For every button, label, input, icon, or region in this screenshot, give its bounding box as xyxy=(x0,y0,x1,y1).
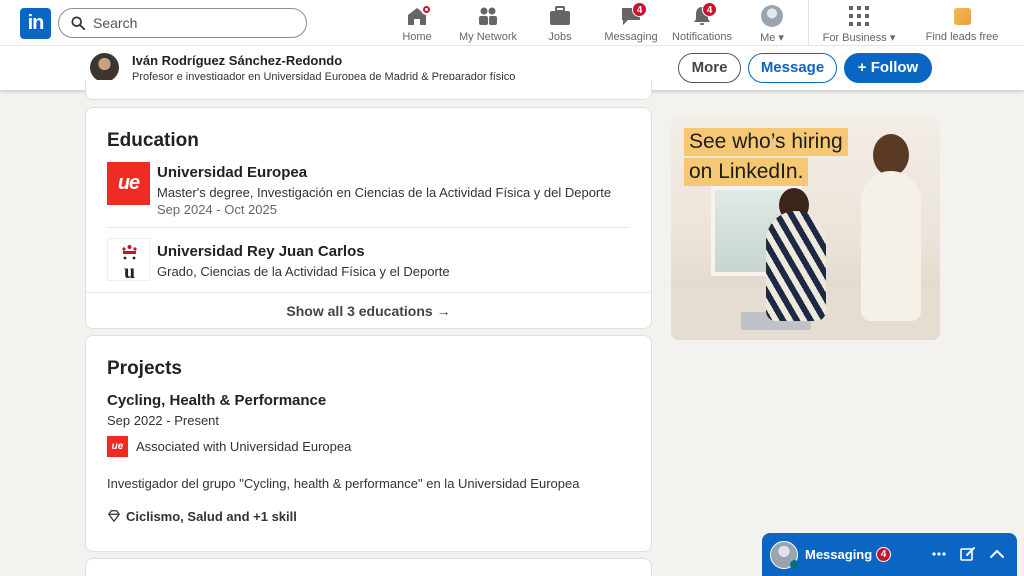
next-section-card xyxy=(85,558,652,576)
ad-subheadline: on LinkedIn. xyxy=(684,158,809,186)
project-dates: Sep 2022 - Present xyxy=(107,413,220,428)
crown-icon: u xyxy=(122,245,137,283)
project-skills-link[interactable]: Ciclismo, Salud and +1 skill xyxy=(126,509,297,524)
ad-person xyxy=(766,211,826,321)
hiring-ad[interactable]: See who’s hiring on LinkedIn. xyxy=(671,116,940,340)
online-status-icon xyxy=(790,560,799,569)
svg-text:u: u xyxy=(124,261,135,282)
nav-for-business[interactable]: For Business ▾ xyxy=(818,4,900,44)
nav-messaging-label: Messaging xyxy=(604,31,658,43)
notifications-badge: 4 xyxy=(702,2,717,17)
projects-card: Projects Cycling, Health & Performance S… xyxy=(85,335,652,552)
ad-person xyxy=(861,171,921,321)
urjc-logo[interactable]: u xyxy=(107,238,150,283)
nav-for-business-label: For Business ▾ xyxy=(822,32,896,44)
education-degree: Grado, Ciencias de la Actividad Física y… xyxy=(157,264,450,279)
search-icon xyxy=(71,16,85,30)
education-school[interactable]: Universidad Europea xyxy=(157,164,307,181)
ad-person-head xyxy=(873,134,909,176)
nav-home[interactable]: Home xyxy=(395,4,439,44)
project-association: Associated with Universidad Europea xyxy=(136,439,352,454)
grid-icon xyxy=(849,6,869,26)
sales-navigator-icon xyxy=(953,7,971,25)
project-name: Cycling, Health & Performance xyxy=(107,392,327,409)
top-nav: in Home My Network Jobs 4 Messaging xyxy=(0,0,1024,46)
education-divider xyxy=(107,227,630,228)
nav-me-label: Me ▾ xyxy=(760,32,784,44)
universidad-europea-logo[interactable]: ue xyxy=(107,436,128,457)
project-description: Investigador del grupo "Cycling, health … xyxy=(107,476,580,491)
nav-notifications-label: Notifications xyxy=(672,31,732,43)
avatar xyxy=(761,5,783,27)
show-all-educations-link[interactable]: Show all 3 educations → xyxy=(86,292,651,329)
more-button[interactable]: More xyxy=(678,53,741,83)
profile-avatar[interactable] xyxy=(90,53,119,82)
linkedin-logo[interactable]: in xyxy=(20,8,51,39)
follow-button[interactable]: + Follow xyxy=(844,53,932,83)
education-title: Education xyxy=(107,130,199,151)
nav-me[interactable]: Me ▾ xyxy=(752,4,792,44)
chevron-up-icon[interactable] xyxy=(988,545,1006,563)
nav-my-network[interactable]: My Network xyxy=(456,4,520,44)
education-card: Education ue Universidad Europea Master'… xyxy=(85,107,652,329)
nav-jobs[interactable]: Jobs xyxy=(540,4,580,44)
nav-messaging[interactable]: 4 Messaging xyxy=(602,2,660,44)
message-button[interactable]: Message xyxy=(748,53,837,83)
ad-headline: See who’s hiring xyxy=(684,128,848,156)
chevron-down-icon: ▾ xyxy=(778,32,784,44)
jobs-icon xyxy=(550,6,570,25)
nav-my-network-label: My Network xyxy=(458,31,518,43)
universidad-europea-logo[interactable]: ue xyxy=(107,162,150,205)
education-degree: Master's degree, Investigación en Cienci… xyxy=(157,185,612,200)
nav-divider xyxy=(808,0,809,46)
nav-find-leads-label: Find leads free xyxy=(925,31,999,43)
nav-jobs-label: Jobs xyxy=(548,31,572,43)
messaging-badge: 4 xyxy=(632,2,647,17)
search-box[interactable] xyxy=(58,8,307,38)
search-input[interactable] xyxy=(93,13,293,33)
home-notification-dot xyxy=(421,4,432,15)
messaging-dock[interactable]: Messaging 4 xyxy=(762,533,1017,576)
education-dates: Sep 2024 - Oct 2025 xyxy=(157,202,277,217)
projects-title: Projects xyxy=(107,358,182,379)
messaging-dock-badge: 4 xyxy=(876,547,891,562)
profile-name: Iván Rodríguez Sánchez-Redondo xyxy=(132,53,343,68)
nav-find-leads[interactable]: Find leads free xyxy=(922,4,1002,44)
compose-icon[interactable] xyxy=(959,545,977,563)
messaging-dock-label[interactable]: Messaging xyxy=(805,547,872,562)
diamond-icon xyxy=(108,510,120,522)
more-options-icon[interactable] xyxy=(930,545,948,563)
network-icon xyxy=(479,7,497,25)
nav-home-label: Home xyxy=(402,31,432,43)
education-school[interactable]: Universidad Rey Juan Carlos xyxy=(157,243,365,260)
previous-section-card xyxy=(85,80,652,100)
chevron-down-icon: ▾ xyxy=(889,32,896,44)
nav-notifications[interactable]: 4 Notifications xyxy=(668,2,736,44)
